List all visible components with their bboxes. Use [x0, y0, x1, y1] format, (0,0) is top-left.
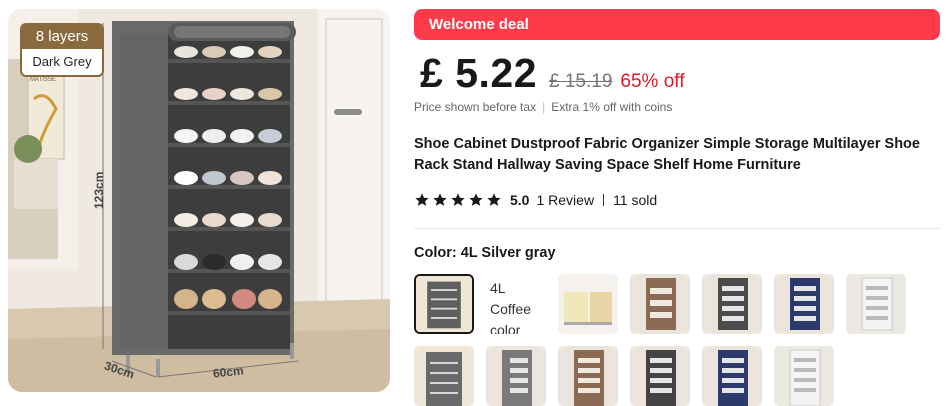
star-icon — [487, 193, 501, 206]
star-icon — [415, 193, 429, 206]
section-divider — [414, 228, 940, 229]
original-price: £ 15.19 — [549, 71, 613, 92]
color-swatch-white-tall[interactable] — [774, 346, 834, 406]
color-swatch-brown[interactable] — [630, 274, 690, 334]
tax-note: Price shown before tax — [414, 100, 537, 114]
price-note: Price shown before tax | Extra 1% off with… — [414, 100, 672, 114]
color-swatch-white[interactable] — [846, 274, 906, 334]
welcome-deal-banner: Welcome deal — [414, 9, 940, 40]
product-title: Shoe Cabinet Dustproof Fabric Organizer … — [414, 136, 920, 173]
product-main-image[interactable]: MATISSE 8 layers Dark Grey 123cm 30cm 60… — [8, 9, 390, 392]
layer-count-label: 8 layers — [22, 25, 102, 49]
rating-divider — [603, 194, 605, 206]
layer-color-label: Dark Grey — [32, 54, 92, 69]
color-swatch-gray-tall[interactable] — [414, 346, 474, 406]
price-row: £ 5.22 £ 15.19 65% off — [420, 50, 685, 96]
color-swatch-navy-tall[interactable] — [702, 346, 762, 406]
rating-score: 5.0 — [510, 192, 530, 208]
star-icon — [433, 193, 447, 206]
color-swatch-charcoal-tall[interactable] — [630, 346, 690, 406]
height-dimension-label: 123cm — [92, 171, 106, 209]
color-swatch-navy[interactable] — [774, 274, 834, 334]
poster-text: MATISSE — [30, 77, 56, 83]
rating-row[interactable]: 5.0 1 Review 11 sold — [414, 192, 657, 208]
star-rating — [414, 192, 502, 208]
star-icon — [451, 193, 465, 206]
sold-count: 11 sold — [613, 192, 658, 208]
broken-image-alt-text: 4L Coffee color — [490, 280, 531, 334]
color-swatch-brown-tall[interactable] — [558, 346, 618, 406]
selected-color-label: Color: 4L Silver gray — [414, 245, 556, 261]
color-swatch-beige[interactable] — [558, 274, 618, 334]
color-swatch-coffee[interactable]: 4L Coffee color — [486, 274, 546, 334]
color-swatch-dark-gray[interactable] — [702, 274, 762, 334]
color-swatch-silver-gray[interactable] — [414, 274, 474, 334]
star-icon — [469, 193, 483, 206]
review-count-link[interactable]: 1 Review — [536, 192, 594, 208]
note-separator: | — [542, 100, 546, 114]
coins-note[interactable]: Extra 1% off with coins — [551, 100, 672, 114]
current-price: £ 5.22 — [420, 50, 537, 96]
discount-percent: 65% off — [620, 71, 685, 92]
color-swatch-gray-open[interactable] — [486, 346, 546, 406]
layer-badge: 8 layers Dark Grey — [20, 23, 104, 77]
